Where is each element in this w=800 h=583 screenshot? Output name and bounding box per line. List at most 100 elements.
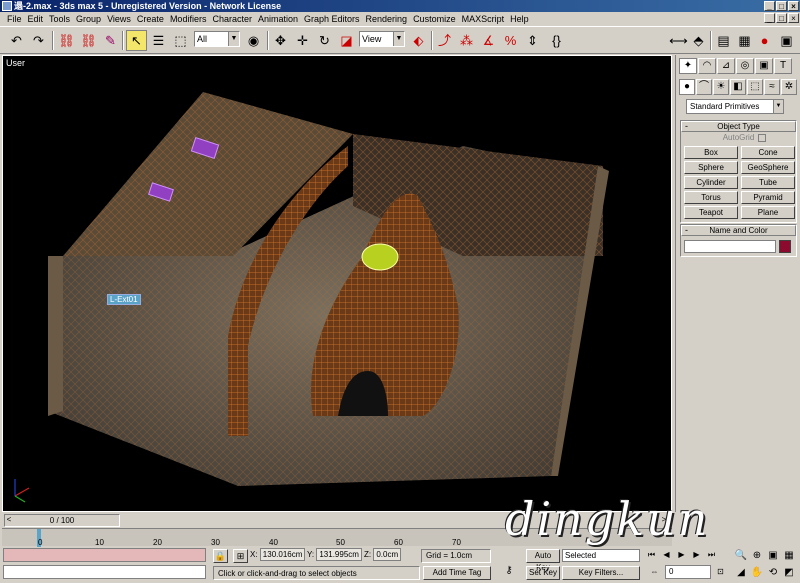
go-to-start-icon[interactable]: ⏮: [645, 549, 658, 562]
menu-help[interactable]: Help: [507, 14, 532, 24]
named-selection-sets-icon[interactable]: {}: [546, 30, 567, 51]
shapes-icon[interactable]: ⌒: [696, 79, 712, 95]
select-manipulate-icon[interactable]: ⤴: [434, 30, 455, 51]
select-object-icon[interactable]: ↖: [126, 30, 147, 51]
time-prev-button[interactable]: <: [3, 514, 15, 527]
utilities-tab-icon[interactable]: T: [774, 58, 792, 74]
maxscript-listener-field[interactable]: [3, 548, 206, 562]
window-crossing-icon[interactable]: ◉: [243, 30, 264, 51]
cone-button[interactable]: Cone: [741, 146, 795, 159]
pyramid-button[interactable]: Pyramid: [741, 191, 795, 204]
snaps-toggle-icon[interactable]: ⁂: [456, 30, 477, 51]
close-button[interactable]: ×: [788, 1, 799, 11]
menu-customize[interactable]: Customize: [410, 14, 459, 24]
select-and-rotate-icon[interactable]: ↻: [314, 30, 335, 51]
play-icon[interactable]: ▶: [675, 549, 688, 562]
primitives-dropdown[interactable]: Standard Primitives ▼: [686, 99, 784, 114]
spinner-snap-icon[interactable]: ⇕: [522, 30, 543, 51]
percent-snap-icon[interactable]: %: [500, 30, 521, 51]
current-frame-field[interactable]: 0: [665, 565, 711, 579]
key-filters-button[interactable]: Key Filters...: [562, 566, 640, 580]
arc-rotate-icon[interactable]: ⟲: [766, 566, 780, 580]
object-type-header[interactable]: - Object Type: [681, 121, 796, 132]
go-to-end-icon[interactable]: ⏭: [705, 549, 718, 562]
time-next-button[interactable]: >: [658, 514, 670, 527]
time-configuration-icon[interactable]: ⊡: [714, 566, 727, 579]
use-pivot-point-icon[interactable]: ⬖: [408, 30, 429, 51]
key-mode-icon[interactable]: ⇔: [648, 566, 661, 579]
previous-frame-icon[interactable]: ◀: [660, 549, 673, 562]
minimize-button[interactable]: _: [764, 1, 775, 11]
maximize-viewport-icon[interactable]: ◩: [782, 566, 796, 580]
object-name-field[interactable]: [684, 240, 776, 253]
reference-coordinate-dropdown[interactable]: View ▼: [359, 31, 405, 47]
doc-close-button[interactable]: ×: [788, 13, 799, 23]
zoom-icon[interactable]: 🔍: [734, 549, 748, 563]
hierarchy-tab-icon[interactable]: ⊿: [717, 58, 735, 74]
select-and-move-icon-2[interactable]: ✛: [292, 30, 313, 51]
zoom-extents-icon[interactable]: ▣: [766, 549, 780, 563]
add-time-tag-button[interactable]: Add Time Tag: [423, 566, 491, 580]
schematic-view-icon[interactable]: ▦: [734, 30, 755, 51]
render-scene-icon[interactable]: ▣: [776, 30, 797, 51]
create-tab-icon[interactable]: ✦: [679, 58, 697, 74]
maxscript-mini-field[interactable]: [3, 565, 206, 579]
next-frame-icon[interactable]: ▶: [690, 549, 703, 562]
select-and-move-icon[interactable]: ✥: [270, 30, 291, 51]
y-value-field[interactable]: 131.995cm: [316, 548, 362, 561]
angle-snap-icon[interactable]: ∡: [478, 30, 499, 51]
pan-icon[interactable]: ✋: [750, 566, 764, 580]
torus-button[interactable]: Torus: [684, 191, 738, 204]
helpers-icon[interactable]: ⬚: [747, 79, 763, 95]
menu-maxscript[interactable]: MAXScript: [459, 14, 508, 24]
redo-icon[interactable]: ↷: [28, 30, 49, 51]
track-bar[interactable]: 0 10 20 30 40 50 60 70: [2, 528, 672, 547]
z-value-field[interactable]: 0.0cm: [373, 548, 402, 561]
mirror-icon[interactable]: ⟷: [668, 30, 689, 51]
field-of-view-icon[interactable]: ◢: [734, 566, 748, 580]
tube-button[interactable]: Tube: [741, 176, 795, 189]
menu-modifiers[interactable]: Modifiers: [167, 14, 210, 24]
display-tab-icon[interactable]: ▣: [755, 58, 773, 74]
select-and-scale-icon[interactable]: ◪: [336, 30, 357, 51]
x-value-field[interactable]: 130.016cm: [259, 548, 306, 561]
systems-icon[interactable]: ✲: [781, 79, 797, 95]
geometry-icon[interactable]: ●: [679, 79, 695, 95]
menu-tools[interactable]: Tools: [46, 14, 73, 24]
zoom-extents-all-icon[interactable]: ▦: [782, 549, 796, 563]
menu-file[interactable]: File: [4, 14, 25, 24]
menu-rendering[interactable]: Rendering: [363, 14, 411, 24]
menu-views[interactable]: Views: [104, 14, 134, 24]
undo-icon[interactable]: ↶: [6, 30, 27, 51]
doc-maximize-button[interactable]: □: [776, 13, 787, 23]
selection-filter-dropdown[interactable]: All ▼: [194, 31, 240, 47]
doc-minimize-button[interactable]: _: [764, 13, 775, 23]
geosphere-button[interactable]: GeoSphere: [741, 161, 795, 174]
menu-animation[interactable]: Animation: [255, 14, 301, 24]
zoom-all-icon[interactable]: ⊕: [750, 549, 764, 563]
time-slider[interactable]: 0 / 100 < >: [2, 514, 672, 527]
select-and-link-icon[interactable]: ⛓: [56, 30, 77, 51]
auto-key-button[interactable]: Auto Key: [526, 549, 560, 572]
viewport-label[interactable]: User: [6, 58, 25, 68]
key-selection-set-dropdown[interactable]: Selected: [562, 549, 640, 562]
set-key-button[interactable]: Set Key: [526, 566, 560, 580]
absolute-mode-icon[interactable]: ⊞: [233, 549, 248, 563]
box-button[interactable]: Box: [684, 146, 738, 159]
lights-icon[interactable]: ☀: [713, 79, 729, 95]
sphere-button[interactable]: Sphere: [684, 161, 738, 174]
material-editor-icon[interactable]: ●: [754, 30, 775, 51]
time-slider-thumb[interactable]: 0 / 100: [4, 514, 120, 527]
rectangular-selection-icon[interactable]: ⬚: [170, 30, 191, 51]
menu-edit[interactable]: Edit: [25, 14, 47, 24]
menu-create[interactable]: Create: [134, 14, 167, 24]
space-warps-icon[interactable]: ≈: [764, 79, 780, 95]
menu-graph-editors[interactable]: Graph Editors: [301, 14, 363, 24]
modify-tab-icon[interactable]: ◠: [698, 58, 716, 74]
motion-tab-icon[interactable]: ◎: [736, 58, 754, 74]
key-icon[interactable]: ⚷: [502, 564, 516, 578]
track-view-icon[interactable]: ▤: [713, 30, 734, 51]
autogrid-checkbox[interactable]: [758, 134, 766, 142]
menu-character[interactable]: Character: [209, 14, 255, 24]
align-icon[interactable]: ⬘: [688, 30, 709, 51]
